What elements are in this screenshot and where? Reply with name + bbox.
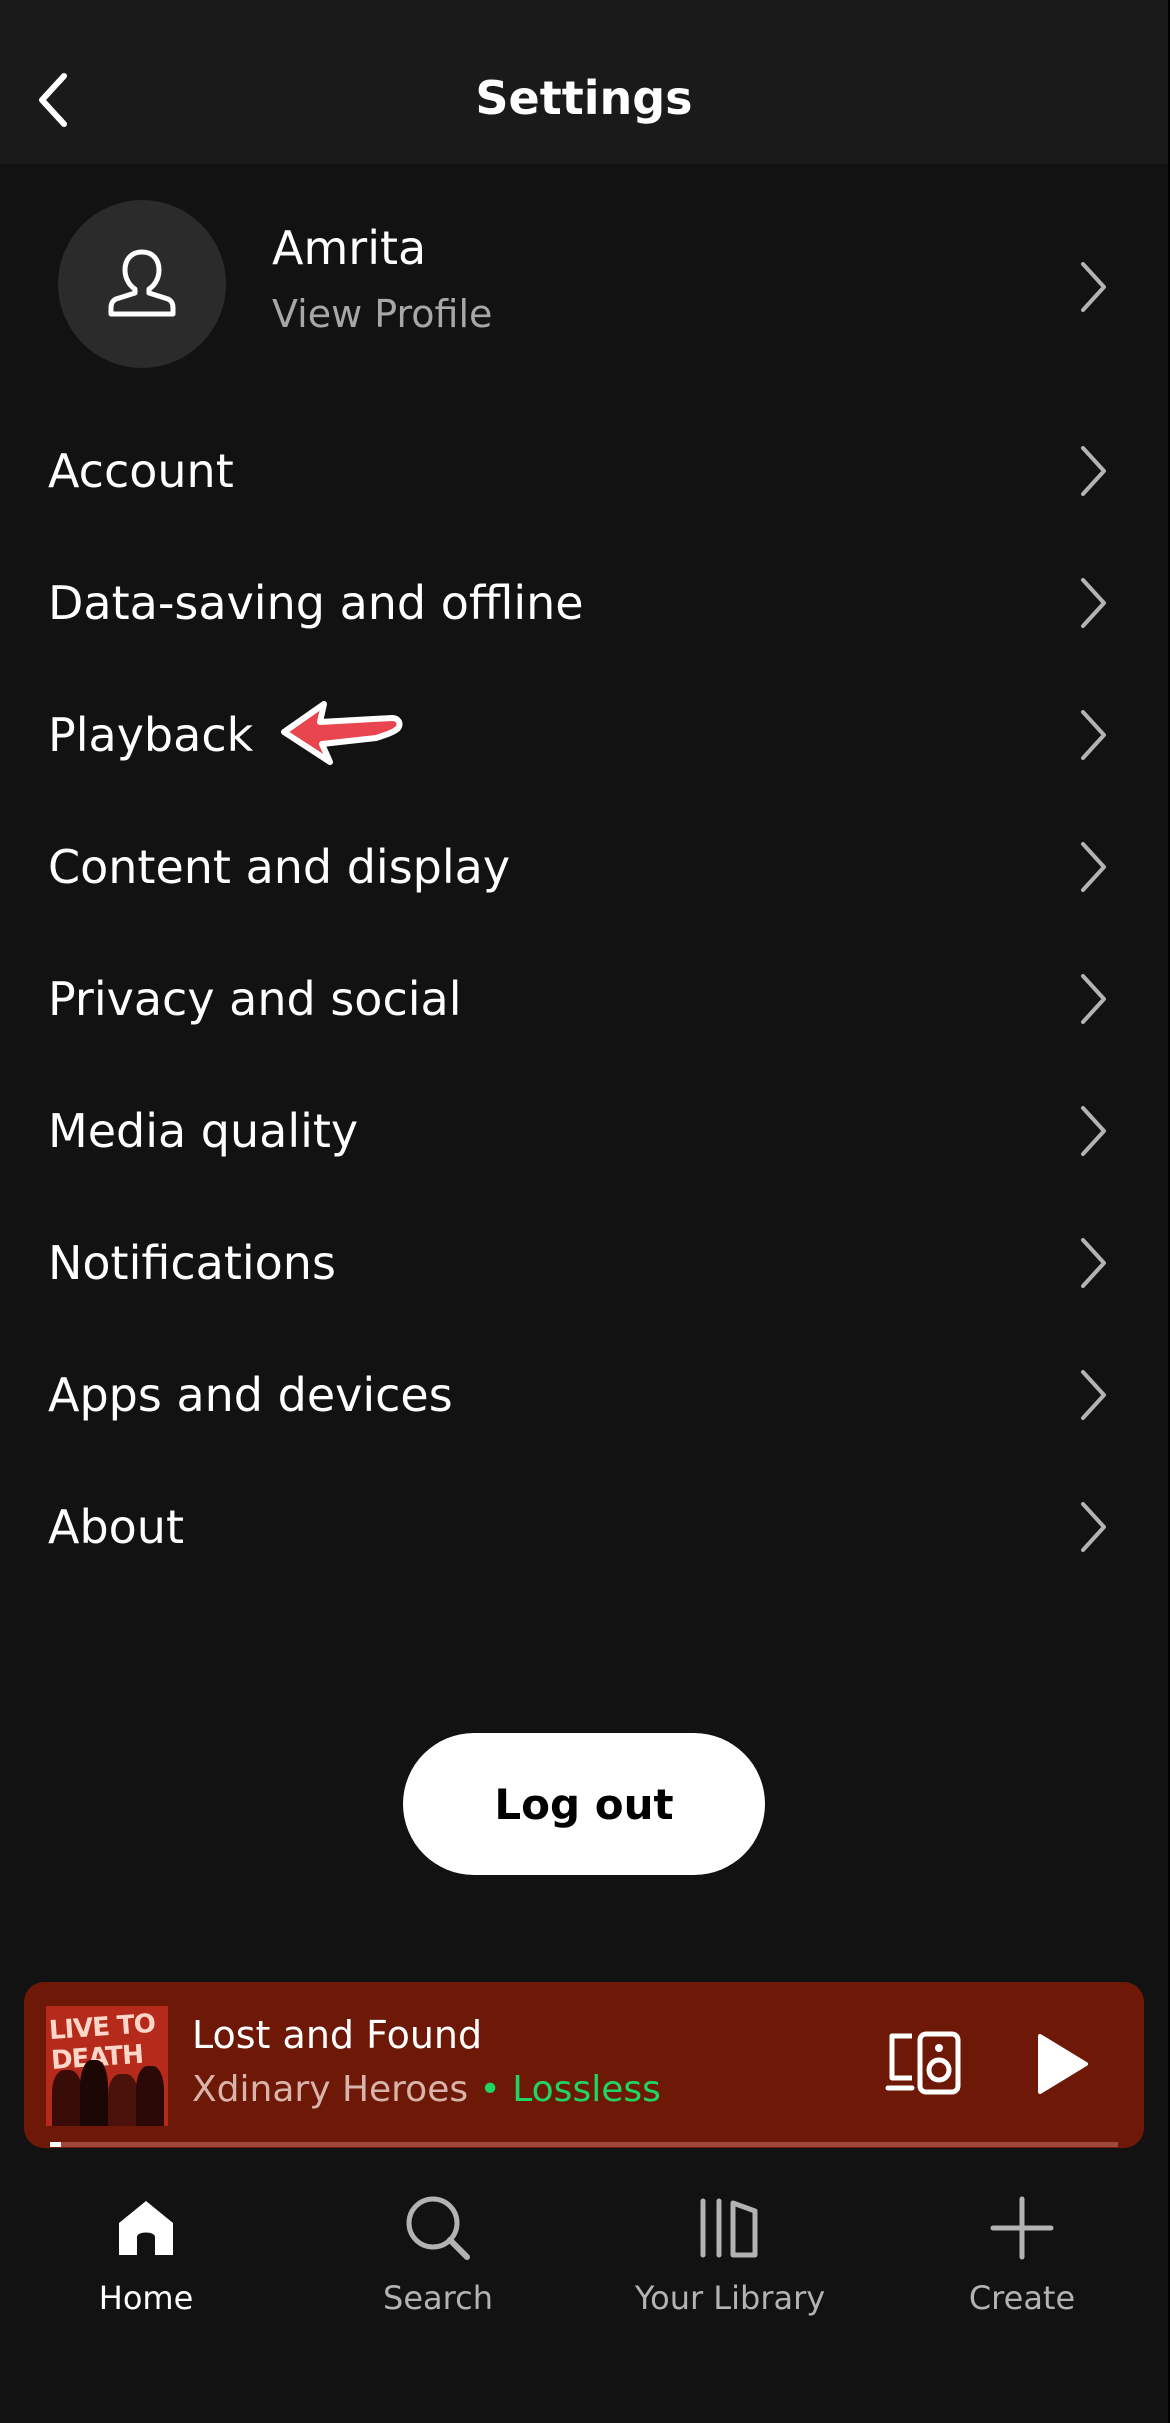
nav-label: Home: [98, 2279, 194, 2317]
play-icon: [1038, 2034, 1088, 2094]
settings-item-notifications[interactable]: Notifications: [0, 1197, 1168, 1329]
chevron-right-icon: [1081, 1106, 1106, 1156]
chevron-right-icon: [1081, 446, 1106, 496]
nav-label: Create: [968, 2279, 1076, 2317]
separator-dot: •: [468, 2069, 513, 2110]
album-cover: LIVE TO DEATH: [46, 2006, 168, 2126]
header: Settings: [0, 0, 1168, 164]
chevron-right-icon: [1081, 1238, 1106, 1288]
plus-icon: [990, 2196, 1054, 2260]
profile-row[interactable]: Amrita View Profile: [0, 190, 1168, 380]
chevron-right-icon: [1081, 1370, 1106, 1420]
play-button[interactable]: [1034, 2026, 1090, 2102]
library-icon: [700, 2198, 758, 2258]
settings-item-label: Apps and devices: [48, 1368, 453, 1422]
cover-figure: [136, 2066, 164, 2126]
settings-item-playback[interactable]: Playback: [0, 669, 1168, 801]
user-icon: [108, 249, 176, 317]
cover-figure: [80, 2060, 108, 2126]
connect-device-button[interactable]: [884, 2022, 964, 2102]
cover-figure: [52, 2070, 82, 2126]
nav-label: Your Library: [634, 2279, 826, 2317]
settings-item-apps-devices[interactable]: Apps and devices: [0, 1329, 1168, 1461]
settings-item-label: Media quality: [48, 1104, 359, 1158]
view-profile-link[interactable]: View Profile: [272, 290, 492, 338]
track-title: Lost and Found: [192, 2013, 483, 2057]
page-title: Settings: [475, 71, 693, 125]
settings-item-account[interactable]: Account: [0, 405, 1168, 537]
settings-item-label: Notifications: [48, 1236, 336, 1290]
settings-item-label: About: [48, 1500, 185, 1554]
nav-create[interactable]: Create: [876, 2148, 1168, 2348]
nav-label: Search: [383, 2279, 493, 2317]
chevron-right-icon: [1081, 710, 1106, 760]
connect-device-icon: [885, 2031, 961, 2095]
settings-item-content-display[interactable]: Content and display: [0, 801, 1168, 933]
avatar: [58, 200, 226, 368]
track-subtitle: Xdinary Heroes • Lossless: [192, 2068, 661, 2112]
settings-item-label: Privacy and social: [48, 972, 462, 1026]
annotation-arrow-icon: [281, 701, 403, 765]
settings-item-label: Playback: [48, 708, 254, 762]
chevron-right-icon: [1081, 842, 1106, 892]
nav-icon-wrap: [292, 2190, 584, 2266]
mini-player[interactable]: LIVE TO DEATH Lost and Found Xdinary Her…: [24, 1982, 1144, 2148]
nav-icon-wrap: [584, 2190, 876, 2266]
logout-button[interactable]: Log out: [403, 1733, 765, 1875]
cover-figure: [108, 2074, 138, 2126]
nav-icon-wrap: [876, 2190, 1168, 2266]
chevron-right-icon: [1081, 262, 1106, 312]
nav-icon-wrap: [0, 2190, 292, 2266]
home-icon: [119, 2201, 173, 2255]
settings-item-data-saving[interactable]: Data-saving and offline: [0, 537, 1168, 669]
track-artist: Xdinary Heroes: [192, 2069, 469, 2110]
profile-name: Amrita: [272, 221, 427, 275]
playback-progress[interactable]: [50, 2142, 1118, 2147]
settings-item-about[interactable]: About: [0, 1461, 1168, 1593]
nav-search[interactable]: Search: [292, 2148, 584, 2348]
chevron-right-icon: [1081, 974, 1106, 1024]
settings-item-label: Account: [48, 444, 234, 498]
settings-list: Account Data-saving and offline Playback…: [0, 405, 1168, 1593]
settings-item-label: Content and display: [48, 840, 511, 894]
settings-screen: Settings Amrita View Profile Account Dat…: [0, 0, 1168, 2423]
search-icon: [406, 2196, 470, 2260]
lossless-badge: Lossless: [512, 2069, 661, 2110]
chevron-right-icon: [1081, 578, 1106, 628]
bottom-nav: Home Search Your Library Create: [0, 2148, 1168, 2423]
settings-item-privacy-social[interactable]: Privacy and social: [0, 933, 1168, 1065]
chevron-right-icon: [1081, 1502, 1106, 1552]
settings-item-label: Data-saving and offline: [48, 576, 584, 630]
nav-home[interactable]: Home: [0, 2148, 292, 2348]
nav-your-library[interactable]: Your Library: [584, 2148, 876, 2348]
progress-fill: [50, 2142, 61, 2147]
settings-item-media-quality[interactable]: Media quality: [0, 1065, 1168, 1197]
